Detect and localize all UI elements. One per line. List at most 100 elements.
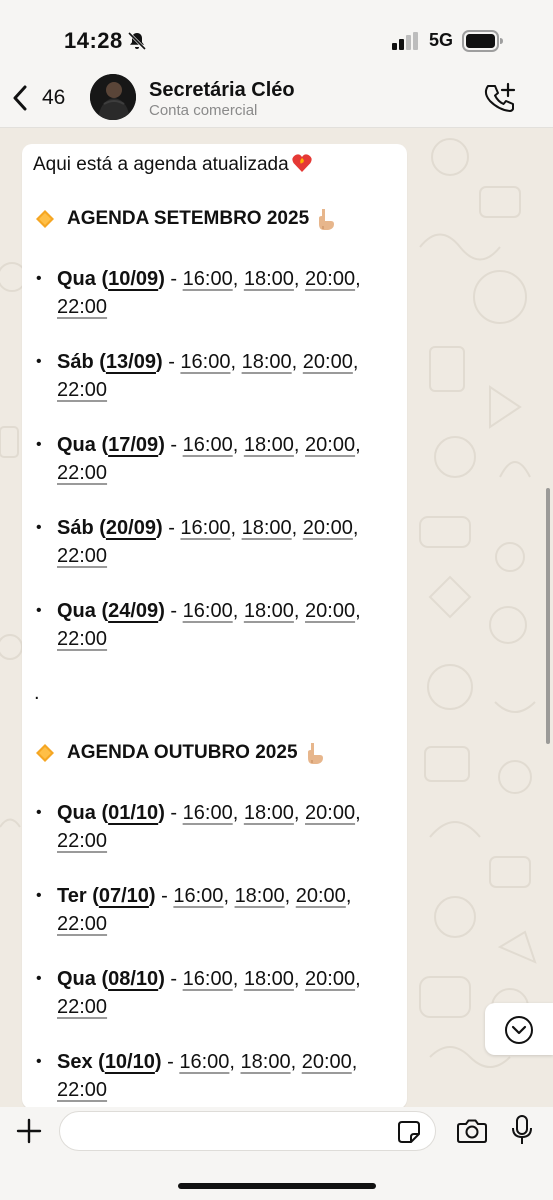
- bullet: •: [36, 270, 42, 287]
- entry-body: Sex (10/10) - 16:00, 18:00, 20:00, 22:00: [57, 1051, 358, 1101]
- sticker-button[interactable]: [397, 1120, 421, 1149]
- time-slot-link[interactable]: 20:00: [305, 802, 355, 824]
- time-slot-link[interactable]: 20:00: [305, 968, 355, 990]
- time-slot-link[interactable]: 22:00: [57, 379, 107, 401]
- entry-day: Qua: [57, 802, 96, 824]
- time-slot-link[interactable]: 22:00: [57, 830, 107, 852]
- time-slot-link[interactable]: 16:00: [180, 517, 230, 539]
- entry-date-link[interactable]: 24/09: [108, 600, 158, 622]
- section-heading-september: AGENDA SETEMBRO 2025: [35, 207, 337, 231]
- time-slot-link[interactable]: 16:00: [179, 1051, 229, 1073]
- bell-muted-icon: [127, 31, 147, 56]
- time-slot-link[interactable]: 18:00: [244, 434, 294, 456]
- separator-dot: .: [34, 682, 40, 704]
- avatar[interactable]: [90, 74, 136, 120]
- scroll-to-bottom-button[interactable]: [485, 1003, 553, 1055]
- entry-date-link[interactable]: 13/09: [106, 351, 156, 373]
- section-title-october: AGENDA OUTUBRO 2025: [67, 742, 298, 763]
- microphone-button[interactable]: [511, 1114, 533, 1151]
- microphone-icon: [512, 1115, 532, 1144]
- orange-diamond-icon: [36, 210, 54, 228]
- time-slot-link[interactable]: 22:00: [57, 628, 107, 650]
- entry-day: Sáb: [57, 517, 94, 539]
- bullet: •: [36, 602, 42, 619]
- entry-day-date: Qua (10/09): [57, 268, 165, 290]
- message-input-box[interactable]: [59, 1111, 436, 1151]
- sticker-icon: [398, 1121, 420, 1143]
- pointing-down-icon: [319, 209, 335, 230]
- bullet: •: [36, 804, 42, 821]
- bullet: •: [36, 353, 42, 370]
- time-slot-link[interactable]: 18:00: [244, 802, 294, 824]
- bullet: •: [36, 436, 42, 453]
- message-bubble[interactable]: Aqui está a agenda atualizada AGENDA SET…: [22, 144, 407, 1109]
- bullet: •: [36, 1053, 42, 1070]
- contact-name[interactable]: Secretária Cléo: [149, 79, 295, 102]
- time-slot-link[interactable]: 20:00: [305, 600, 355, 622]
- time-slot-link[interactable]: 18:00: [244, 968, 294, 990]
- phone-plus-icon: [484, 82, 516, 112]
- time-slot-link[interactable]: 20:00: [303, 517, 353, 539]
- message-input[interactable]: [74, 1118, 388, 1146]
- section-heading-october: AGENDA OUTUBRO 2025: [35, 741, 326, 765]
- bullet: •: [36, 887, 42, 904]
- entry-date-link[interactable]: 10/10: [105, 1051, 155, 1073]
- entry-day-date: Qua (24/09): [57, 600, 165, 622]
- home-indicator: [178, 1183, 376, 1189]
- attach-button[interactable]: [16, 1118, 42, 1149]
- time-slot-link[interactable]: 22:00: [57, 913, 107, 935]
- time-slot-link[interactable]: 18:00: [242, 517, 292, 539]
- time-slot-link[interactable]: 20:00: [302, 1051, 352, 1073]
- entry-date-link[interactable]: 07/10: [99, 885, 149, 907]
- time-slot-link[interactable]: 16:00: [183, 600, 233, 622]
- time-slot-link[interactable]: 18:00: [244, 600, 294, 622]
- time-slot-link[interactable]: 20:00: [303, 351, 353, 373]
- time-slot-link[interactable]: 16:00: [180, 351, 230, 373]
- entry-date-link[interactable]: 20/09: [106, 517, 156, 539]
- entry-date-link[interactable]: 01/10: [108, 802, 158, 824]
- time-slot-link[interactable]: 20:00: [305, 268, 355, 290]
- time-slot-link[interactable]: 18:00: [235, 885, 285, 907]
- add-call-button[interactable]: [484, 82, 516, 119]
- contact-subtitle: Conta comercial: [149, 102, 258, 119]
- schedule-entry: • Qua (17/09) - 16:00, 18:00, 20:00, 22:0…: [36, 431, 396, 487]
- entry-date-link[interactable]: 08/10: [108, 968, 158, 990]
- time-slot-link[interactable]: 22:00: [57, 296, 107, 318]
- entry-date-link[interactable]: 10/09: [108, 268, 158, 290]
- entry-day: Ter: [57, 885, 87, 907]
- time-slot-link[interactable]: 22:00: [57, 462, 107, 484]
- back-button[interactable]: 46: [12, 80, 65, 116]
- camera-button[interactable]: [457, 1118, 487, 1149]
- time-slot-link[interactable]: 20:00: [296, 885, 346, 907]
- plus-icon: [16, 1118, 42, 1144]
- entry-date-link[interactable]: 17/09: [108, 434, 158, 456]
- time-slot-link[interactable]: 18:00: [244, 268, 294, 290]
- schedule-entry: • Qua (01/10) - 16:00, 18:00, 20:00, 22:0…: [36, 799, 396, 855]
- entry-body: Qua (01/10) - 16:00, 18:00, 20:00, 22:00: [57, 802, 361, 852]
- chevron-left-icon: [13, 85, 27, 111]
- time-slot-link[interactable]: 18:00: [241, 1051, 291, 1073]
- schedule-entry: • Qua (08/10) - 16:00, 18:00, 20:00, 22:0…: [36, 965, 396, 1021]
- time-slot-link[interactable]: 16:00: [183, 434, 233, 456]
- cellular-signal-icon: [392, 32, 420, 55]
- time-slot-link[interactable]: 20:00: [305, 434, 355, 456]
- time-slot-link[interactable]: 16:00: [183, 802, 233, 824]
- entry-body: Qua (17/09) - 16:00, 18:00, 20:00, 22:00: [57, 434, 361, 484]
- time-slot-link[interactable]: 18:00: [242, 351, 292, 373]
- time-slot-link[interactable]: 22:00: [57, 1079, 107, 1101]
- entry-day-date: Sex (10/10): [57, 1051, 162, 1073]
- time-slot-link[interactable]: 16:00: [183, 968, 233, 990]
- time-slot-link[interactable]: 16:00: [183, 268, 233, 290]
- chat-header: 46 Secretária Cléo Conta comercial: [0, 70, 553, 128]
- entry-body: Sáb (20/09) - 16:00, 18:00, 20:00, 22:00: [57, 517, 359, 567]
- schedule-entry: • Ter (07/10) - 16:00, 18:00, 20:00, 22:0…: [36, 882, 396, 938]
- scrollbar[interactable]: [546, 488, 550, 744]
- entry-day: Qua: [57, 600, 96, 622]
- time-slot-link[interactable]: 22:00: [57, 996, 107, 1018]
- entry-body: Ter (07/10) - 16:00, 18:00, 20:00, 22:00: [57, 885, 352, 935]
- time-slot-link[interactable]: 16:00: [173, 885, 223, 907]
- time-slot-link[interactable]: 22:00: [57, 545, 107, 567]
- bullet: •: [36, 519, 42, 536]
- intro-text: Aqui está a agenda atualizada: [33, 154, 289, 175]
- entry-day-date: Ter (07/10): [57, 885, 156, 907]
